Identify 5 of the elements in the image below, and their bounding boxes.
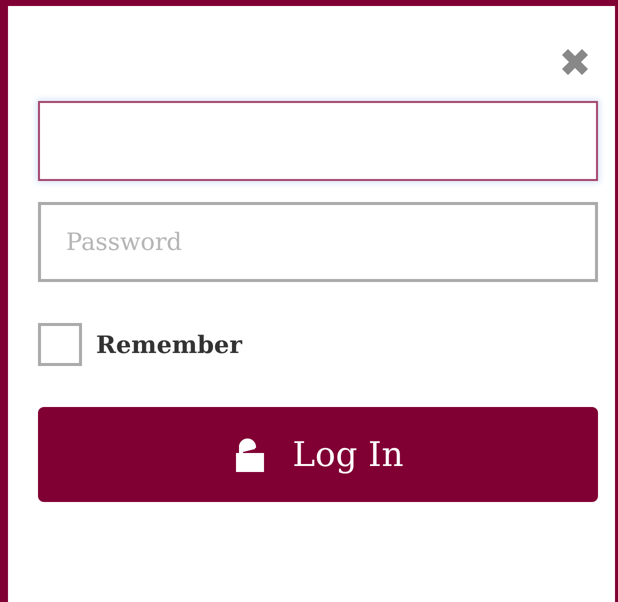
password-field[interactable]: Password [38, 202, 598, 282]
login-button[interactable]: Log In [38, 407, 598, 502]
remember-checkbox[interactable] [38, 323, 82, 366]
remember-label: Remember [96, 330, 242, 359]
username-field[interactable] [38, 101, 598, 181]
